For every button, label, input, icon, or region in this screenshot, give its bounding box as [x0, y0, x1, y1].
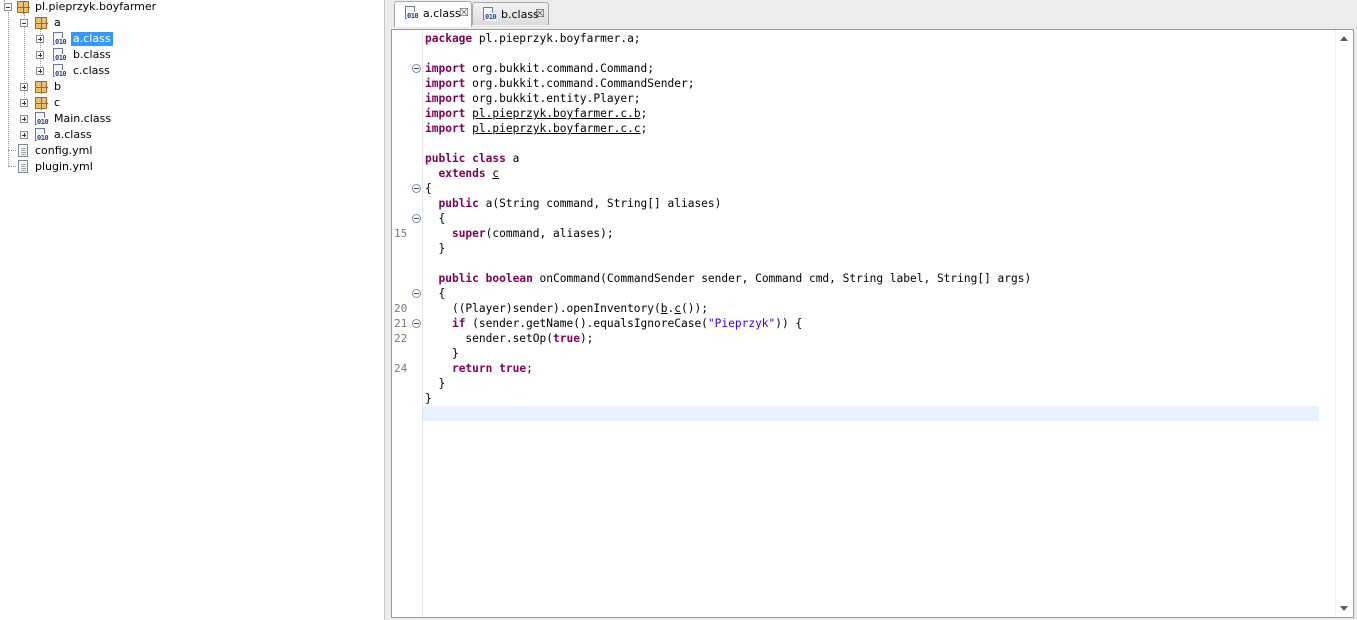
code-line: public a(String command, String[] aliase…: [438, 197, 722, 210]
code-link[interactable]: pl.pieprzyk.boyfarmer.c.c: [472, 122, 640, 135]
tree-item-package-a[interactable]: a: [0, 16, 380, 32]
line-number: 22: [394, 332, 408, 345]
code-line: }: [438, 242, 446, 255]
code-line: {: [425, 182, 432, 195]
class-file-icon: 010: [52, 48, 68, 62]
class-file-icon: 010: [52, 32, 68, 46]
code-line: public class a: [425, 152, 520, 165]
class-file-icon: 010: [482, 7, 498, 21]
code-link[interactable]: pl.pieprzyk.boyfarmer.c.b: [472, 107, 640, 120]
package-icon: [35, 81, 48, 94]
tree-item-config-yml[interactable]: config.yml: [0, 144, 380, 160]
code-line: {: [438, 212, 446, 225]
code-link[interactable]: b: [661, 302, 668, 315]
fold-collapse-icon[interactable]: [412, 319, 421, 328]
expand-toggle-icon[interactable]: [36, 67, 44, 75]
package-icon: [17, 1, 30, 14]
tree-item-label: a.class: [71, 32, 113, 46]
vertical-scrollbar[interactable]: [1335, 30, 1353, 617]
tree-item-a-class[interactable]: 010 a.class: [0, 32, 380, 48]
code-line: import org.bukkit.entity.Player;: [425, 92, 641, 105]
code-line: sender.setOp(true);: [465, 332, 594, 345]
line-number: 21: [394, 317, 408, 330]
yml-file-icon: [16, 160, 30, 174]
code-line: }: [425, 392, 432, 405]
collapse-toggle-icon[interactable]: [20, 19, 28, 27]
code-line: ((Player)sender).openInventory(b.c());: [451, 302, 708, 315]
tree-item-package-c[interactable]: c: [0, 96, 380, 112]
code-line: super(command, aliases);: [451, 227, 614, 240]
code-line: {: [438, 287, 446, 300]
tree-item-label: a.class: [54, 128, 92, 141]
tree-item-label: pl.pieprzyk.boyfarmer: [35, 0, 157, 13]
tree-item-label: plugin.yml: [35, 160, 93, 173]
package-explorer-tree: pl.pieprzyk.boyfarmer a 010 a.class 010 …: [0, 0, 384, 620]
class-file-icon: 010: [34, 128, 50, 142]
class-file-icon: 010: [34, 112, 50, 126]
fold-collapse-icon[interactable]: [412, 214, 421, 223]
package-icon: [35, 97, 48, 110]
fold-collapse-icon[interactable]: [412, 184, 421, 193]
line-number: 15: [394, 227, 408, 240]
fold-collapse-icon[interactable]: [412, 289, 421, 298]
code-line: }: [438, 377, 446, 390]
tree-item-label: Main.class: [54, 112, 112, 125]
line-number-ruler: 15 20 21 22 24: [392, 30, 423, 617]
tree-item-root-package[interactable]: pl.pieprzyk.boyfarmer: [0, 0, 380, 16]
class-file-icon: 010: [404, 6, 420, 20]
expand-toggle-icon[interactable]: [20, 99, 28, 107]
tree-item-plugin-yml[interactable]: plugin.yml: [0, 160, 380, 176]
tree-item-label: c: [54, 96, 61, 109]
code-line: }: [451, 347, 459, 360]
fold-collapse-icon[interactable]: [412, 64, 421, 73]
current-line-highlight: [423, 406, 1319, 421]
code-line: import pl.pieprzyk.boyfarmer.c.c;: [425, 122, 648, 135]
tab-a-class[interactable]: 010 a.class ☒: [394, 1, 472, 27]
expand-toggle-icon[interactable]: [36, 35, 44, 43]
code-line: import org.bukkit.command.Command;: [425, 62, 655, 75]
tree-item-label: b.class: [73, 48, 111, 61]
line-number: 20: [394, 302, 408, 315]
tab-b-class[interactable]: 010 b.class ☒: [472, 2, 549, 25]
code-line: return true;: [451, 362, 533, 375]
tree-item-c-class[interactable]: 010 c.class: [0, 64, 380, 80]
code-line: public boolean onCommand(CommandSender s…: [438, 272, 1032, 285]
tab-label: b.class: [501, 8, 539, 21]
tree-item-package-b[interactable]: b: [0, 80, 380, 96]
expand-toggle-icon[interactable]: [20, 83, 28, 91]
scroll-down-icon[interactable]: [1340, 606, 1348, 611]
yml-file-icon: [16, 144, 30, 158]
code-text-area[interactable]: package pl.pieprzyk.boyfarmer.a; import …: [423, 30, 1319, 617]
tree-item-b-class[interactable]: 010 b.class: [0, 48, 380, 64]
code-line: if (sender.getName().equalsIgnoreCase("P…: [451, 317, 803, 330]
tree-item-label: c.class: [73, 64, 110, 77]
class-file-icon: 010: [52, 64, 68, 78]
code-link[interactable]: c: [492, 167, 499, 180]
tree-item-label: a: [54, 16, 61, 29]
expand-toggle-icon[interactable]: [20, 115, 28, 123]
tree-item-label: b: [54, 80, 61, 93]
editor-area: 010 a.class ☒ 010 b.class ☒ 15 20 21 22 …: [388, 0, 1357, 620]
code-line: import org.bukkit.command.CommandSender;: [425, 77, 695, 90]
code-line: extends c: [438, 167, 500, 180]
line-number: 24: [394, 362, 408, 375]
editor-tab-bar: 010 a.class ☒ 010 b.class ☒: [388, 0, 1357, 27]
close-tab-icon[interactable]: ☒: [459, 7, 469, 19]
tab-label: a.class: [423, 7, 461, 20]
tree-item-main-class[interactable]: 010 Main.class: [0, 112, 380, 128]
code-line: package pl.pieprzyk.boyfarmer.a;: [425, 32, 641, 45]
tree-item-label: config.yml: [35, 144, 93, 157]
package-icon: [35, 17, 48, 30]
code-editor[interactable]: 15 20 21 22 24 package pl.pieprzyk.boyfa…: [391, 29, 1354, 618]
code-line: import pl.pieprzyk.boyfarmer.c.b;: [425, 107, 648, 120]
expand-toggle-icon[interactable]: [36, 51, 44, 59]
expand-toggle-icon[interactable]: [20, 131, 28, 139]
tree-item-root-a-class[interactable]: 010 a.class: [0, 128, 380, 144]
code-link[interactable]: c: [674, 302, 681, 315]
collapse-toggle-icon[interactable]: [4, 3, 12, 11]
scroll-up-icon[interactable]: [1340, 36, 1348, 41]
close-tab-icon[interactable]: ☒: [535, 8, 545, 20]
